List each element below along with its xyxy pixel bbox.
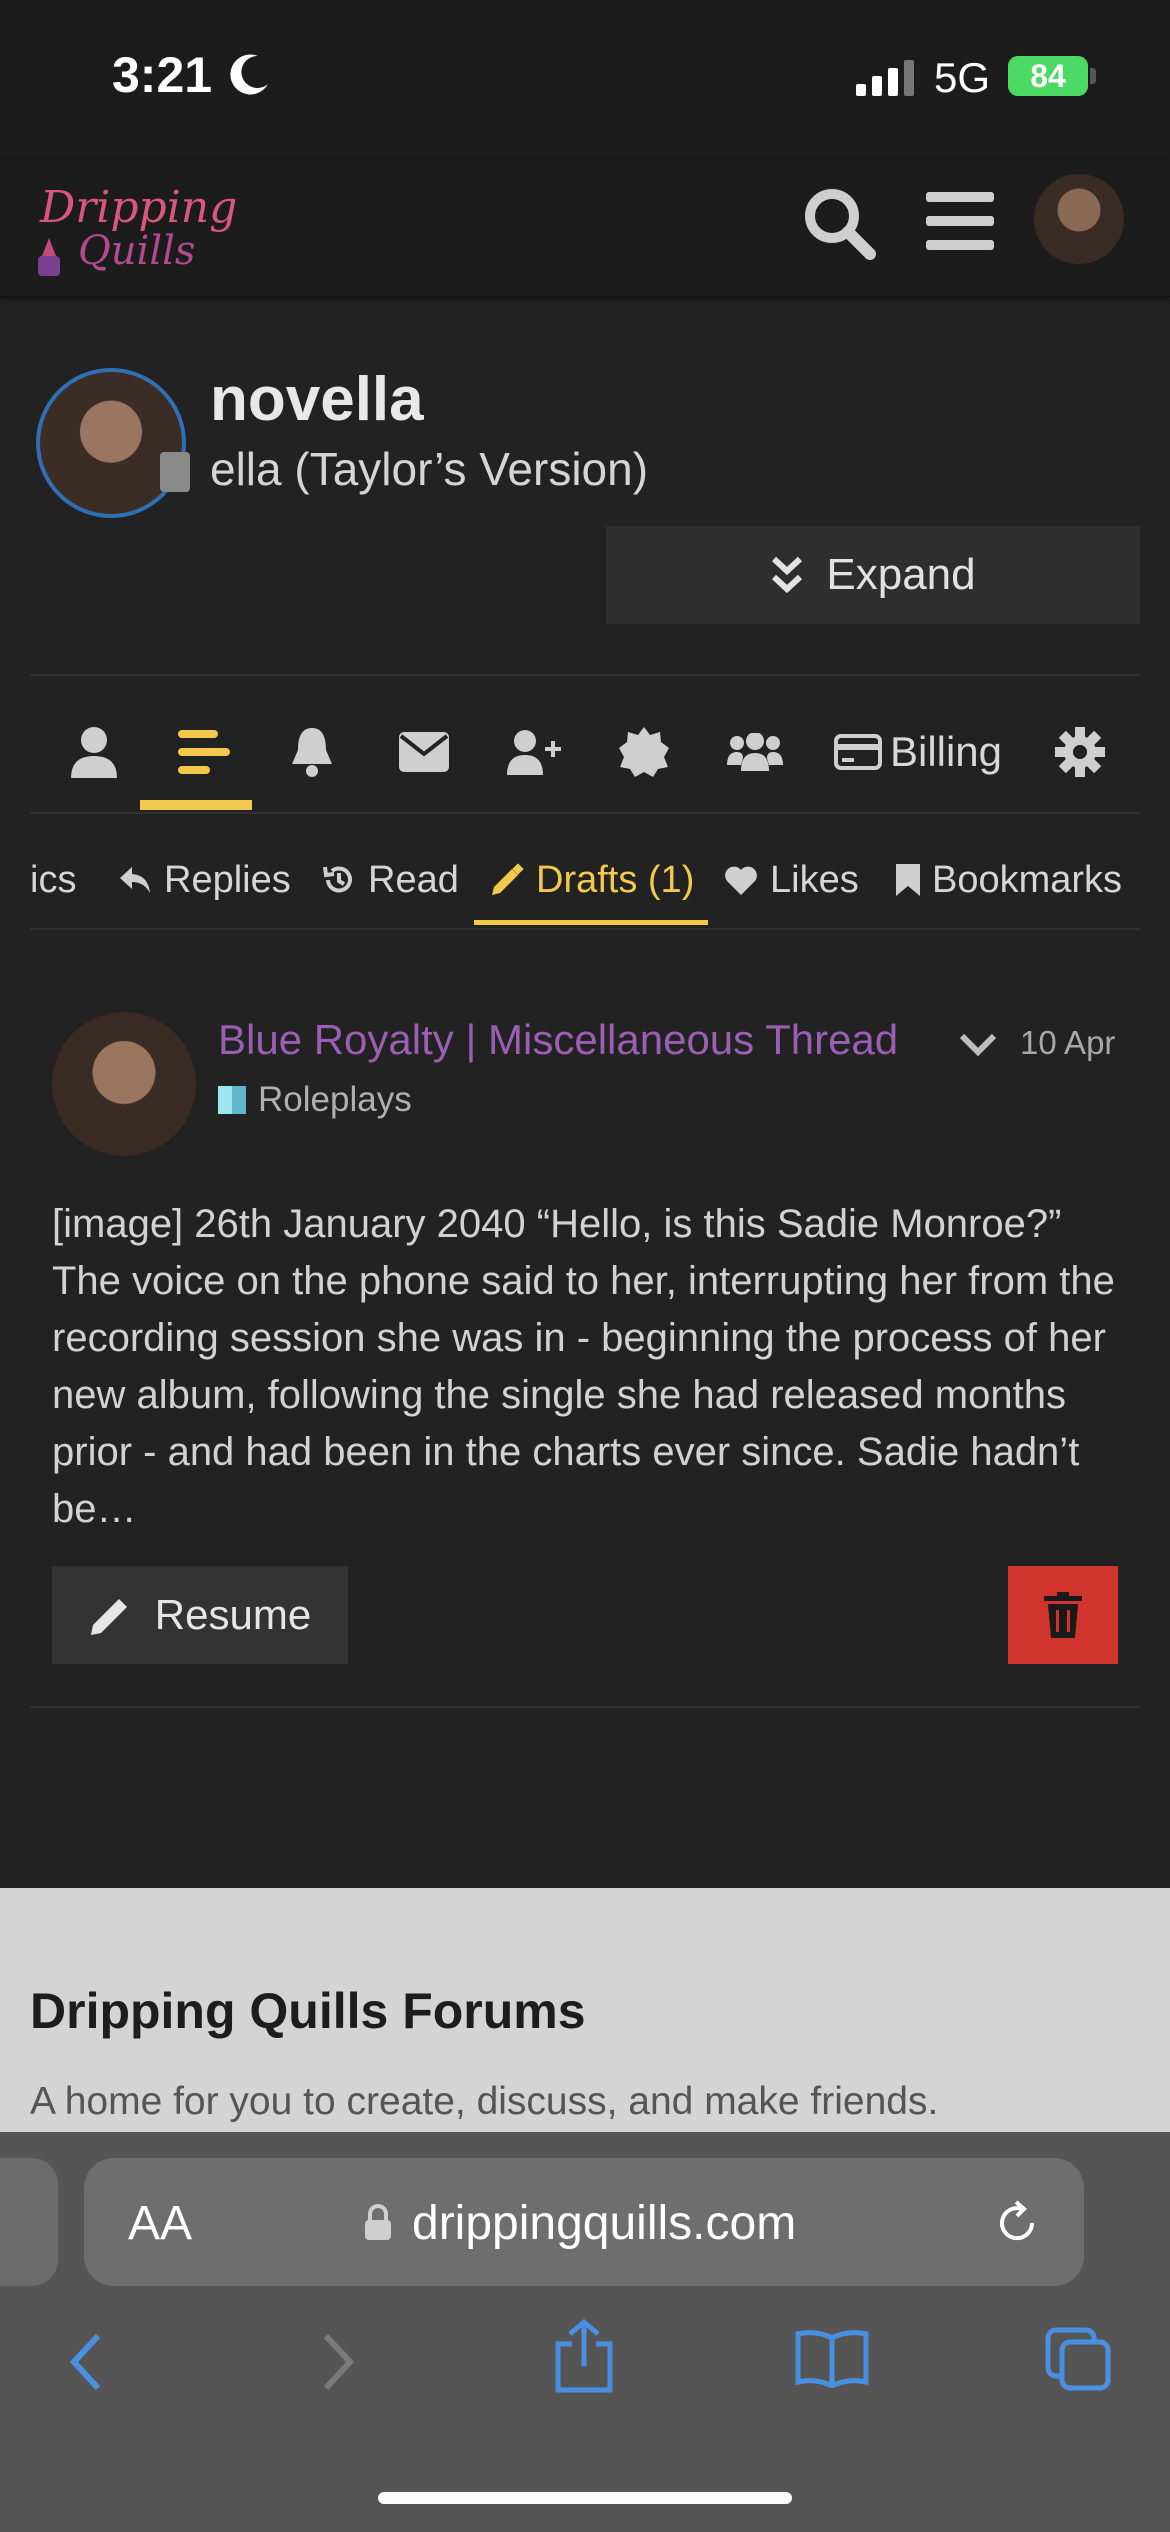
subtab-read[interactable]: Read [322, 850, 459, 910]
network-type: 5G [934, 54, 991, 101]
subtab-active-indicator [474, 920, 708, 925]
tabs-icon[interactable] [1044, 2326, 1114, 2392]
moon-icon [230, 54, 268, 95]
history-icon [323, 866, 352, 893]
nav-active-indicator [140, 800, 252, 810]
user-icon [71, 727, 117, 778]
quill-ink-icon [38, 238, 60, 276]
reply-icon [120, 867, 150, 893]
delete-draft-button[interactable] [1008, 1566, 1118, 1664]
users-icon [727, 733, 783, 771]
pencil-icon [90, 1599, 127, 1635]
subtab-drafts[interactable]: Drafts (1) [490, 850, 694, 910]
share-icon[interactable] [552, 2318, 616, 2394]
hamburger-menu-icon[interactable] [926, 186, 994, 256]
subtab-topics[interactable]: ics [30, 850, 76, 910]
reload-icon[interactable] [992, 2198, 1042, 2248]
url-text[interactable]: drippingquills.com [412, 2196, 796, 2251]
nav-summary[interactable] [52, 694, 136, 810]
battery-nub [1090, 68, 1096, 84]
category-link[interactable]: Roleplays [218, 1080, 412, 1120]
search-icon[interactable] [800, 184, 880, 264]
divider [30, 928, 1140, 930]
battery-indicator: 84 [1008, 56, 1088, 96]
footer-title: Dripping Quills Forums [30, 1983, 586, 2039]
bookmark-icon [896, 864, 920, 896]
back-icon[interactable] [66, 2330, 106, 2394]
bell-icon [292, 728, 332, 777]
subtab-drafts-label: Drafts (1) [536, 858, 695, 901]
chevron-down-icon[interactable] [956, 1024, 1000, 1064]
nav-notifications[interactable] [270, 694, 354, 810]
site-header: Dripping Quills [0, 160, 1170, 297]
gear-icon [1055, 727, 1105, 777]
nav-messages[interactable] [382, 694, 466, 810]
logo-line1: Dripping [40, 182, 238, 233]
forward-icon[interactable] [318, 2330, 358, 2394]
user-plus-icon [507, 730, 561, 775]
profile-avatar[interactable] [36, 368, 186, 518]
subtab-read-label: Read [368, 858, 459, 901]
resume-label: Resume [154, 1591, 312, 1638]
badge-icon [160, 452, 190, 492]
previous-tab-peek[interactable] [0, 2158, 58, 2286]
divider [30, 1706, 1140, 1708]
status-time: 3:21 [112, 47, 213, 103]
user-avatar[interactable] [1034, 174, 1124, 264]
footer-description: A home for you to create, discuss, and m… [30, 2080, 939, 2123]
credit-card-icon [833, 734, 882, 770]
draft-date: 10 Apr [1020, 1024, 1116, 1061]
home-indicator [378, 2492, 792, 2504]
subtab-replies[interactable]: Replies [118, 850, 291, 910]
bookmarks-icon[interactable] [794, 2328, 870, 2388]
battery-level: 84 [1030, 57, 1066, 94]
subtab-bookmarks-label: Bookmarks [932, 858, 1123, 901]
resume-button[interactable]: Resume [52, 1566, 348, 1664]
subtab-bookmarks[interactable]: Bookmarks [896, 850, 1122, 910]
nav-billing[interactable]: Billing [830, 694, 1006, 810]
nav-groups[interactable] [710, 694, 800, 810]
draft-excerpt[interactable]: [image] 26th January 2040 “Hello, is thi… [52, 1196, 1122, 1538]
chevron-double-down-icon [772, 556, 803, 594]
envelope-icon [399, 732, 449, 772]
lock-icon [365, 2204, 391, 2240]
billing-label: Billing [889, 728, 1003, 775]
profile-username: novella [210, 365, 424, 434]
nav-invites[interactable] [492, 694, 576, 810]
divider [30, 674, 1140, 676]
subtab-replies-label: Replies [164, 858, 291, 901]
site-logo[interactable]: Dripping Quills [32, 174, 237, 284]
badge-icon [619, 727, 669, 777]
trash-icon [1044, 1592, 1082, 1638]
text-size-button[interactable]: AA [128, 2196, 192, 2251]
post-avatar[interactable] [52, 1012, 196, 1156]
profile-user-title: ella (Taylor’s Version) [210, 443, 649, 495]
nav-activity[interactable] [148, 694, 260, 810]
nav-badges[interactable] [602, 694, 686, 810]
profile-nav: Billing [30, 694, 1140, 810]
subtab-topics-label: ics [30, 858, 77, 901]
nav-preferences[interactable] [1038, 694, 1122, 810]
subtab-likes[interactable]: Likes [724, 850, 859, 910]
category-color-swatch [218, 1086, 246, 1114]
signal-icon [856, 60, 914, 96]
logo-line2: Quills [78, 228, 196, 274]
thread-title-link[interactable]: Blue Royalty | Miscellaneous Thread [218, 1016, 898, 1064]
heart-icon [725, 866, 757, 895]
expand-button[interactable]: Expand [606, 526, 1140, 624]
category-label: Roleplays [258, 1080, 412, 1119]
divider [30, 812, 1140, 814]
expand-label: Expand [826, 550, 976, 599]
subtab-likes-label: Likes [770, 858, 859, 901]
pencil-icon [492, 863, 524, 895]
activity-icon [178, 730, 230, 774]
